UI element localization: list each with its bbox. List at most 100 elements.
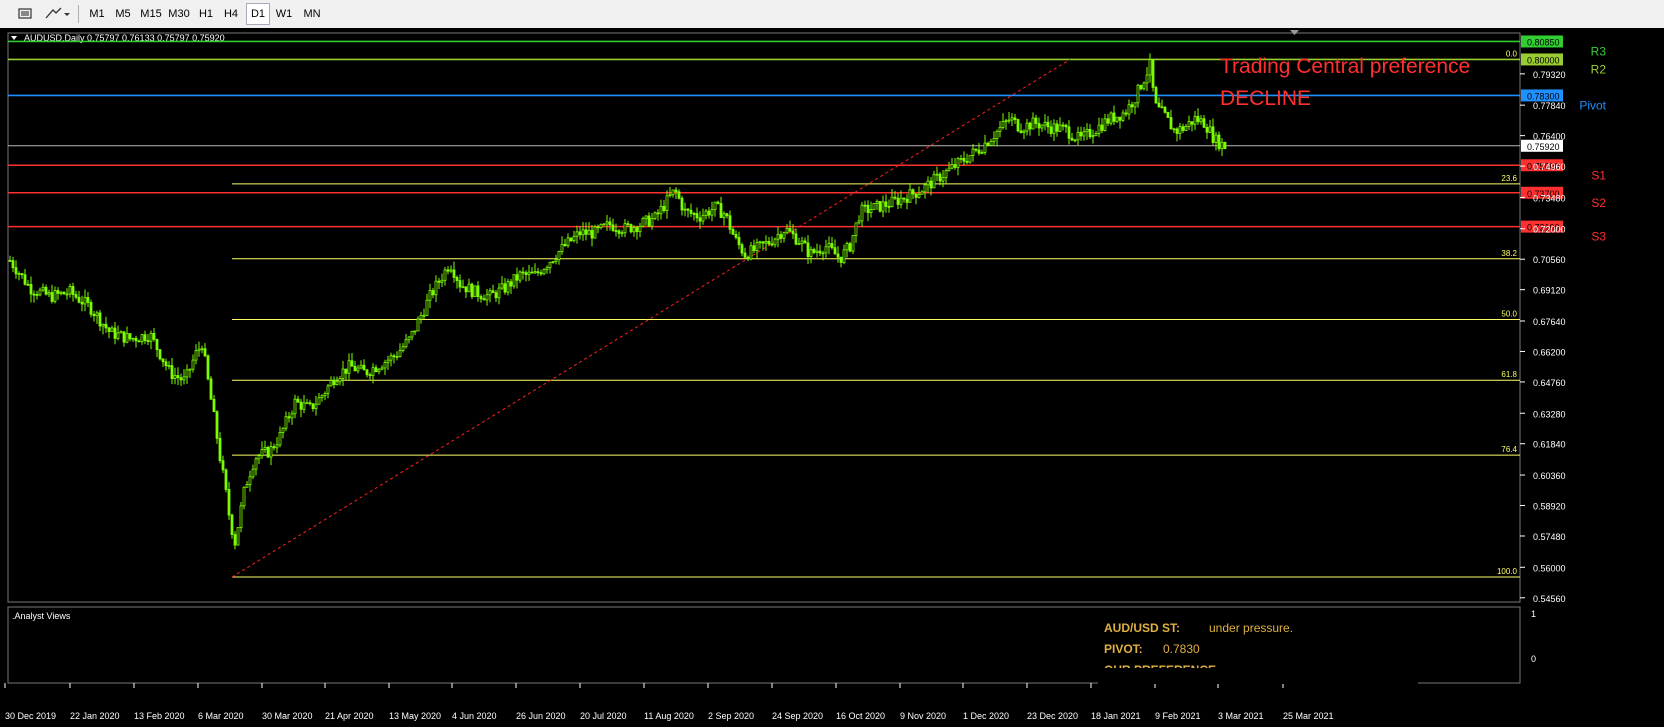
candle-body — [1097, 124, 1101, 134]
price-tick-label: 0.79320 — [1533, 70, 1566, 80]
candle-body — [632, 227, 636, 233]
candle-body — [89, 302, 93, 315]
candle-body — [434, 280, 438, 296]
candle-body — [824, 246, 828, 254]
candle-body — [398, 350, 402, 357]
drawing-tools-icon[interactable] — [42, 3, 72, 25]
time-tick-label: 20 Jul 2020 — [580, 711, 627, 721]
candle-body — [701, 215, 705, 222]
timeframe-h4-button[interactable]: H4 — [220, 3, 242, 25]
candle-body — [422, 314, 426, 317]
timeframe-m15-button[interactable]: M15 — [138, 3, 164, 25]
chart-area[interactable]: AUDUSD,Daily 0.75797 0.76133 0.75797 0.7… — [0, 28, 1664, 727]
timeframe-m5-button[interactable]: M5 — [112, 3, 134, 25]
candle-body — [1001, 121, 1005, 128]
price-tick-label: 0.70560 — [1533, 255, 1566, 265]
candle-body — [326, 385, 330, 394]
candle-body — [719, 203, 723, 218]
candle-body — [1088, 129, 1092, 138]
candle-body — [806, 242, 810, 258]
candle-body — [1073, 139, 1077, 142]
candle-body — [158, 349, 162, 360]
candle-body — [617, 230, 621, 234]
candle-body — [1178, 126, 1182, 134]
candle-body — [233, 534, 237, 546]
timeframe-d1-button[interactable]: D1 — [246, 3, 270, 25]
level-price-tag-text: 0.78300 — [1527, 91, 1560, 101]
candle-body — [953, 164, 957, 168]
fib-label-38-2: 38.2 — [1501, 249, 1517, 258]
candle-body — [479, 296, 483, 300]
candle-body — [1202, 118, 1206, 128]
candle-body — [209, 378, 213, 400]
candle-body — [350, 360, 354, 367]
subwindow-clip — [1098, 668, 1418, 684]
candle-body — [623, 223, 627, 234]
candle-body — [1109, 112, 1113, 124]
candle-body — [698, 217, 702, 222]
candle-body — [1187, 121, 1191, 127]
candle-body — [1184, 126, 1188, 131]
candle-body — [800, 240, 804, 245]
candle-body — [788, 228, 792, 232]
candle-body — [1190, 121, 1194, 125]
candle-body — [896, 197, 900, 205]
candle-body — [545, 267, 549, 271]
candle-body — [224, 469, 228, 490]
chart-type-icon[interactable] — [14, 3, 36, 25]
candle-body — [1205, 127, 1209, 133]
candle-body — [758, 241, 762, 244]
candle-body — [584, 229, 588, 235]
fib-label-0-0: 0.0 — [1506, 49, 1518, 58]
candle-body — [146, 340, 150, 342]
timeframe-mn-button[interactable]: MN — [298, 3, 326, 25]
candle-body — [62, 291, 66, 295]
candle-body — [1121, 112, 1125, 121]
candle-body — [737, 237, 741, 246]
candle-body — [671, 189, 675, 196]
candle-body — [107, 327, 111, 332]
candle-body — [23, 274, 27, 285]
time-tick-label: 24 Sep 2020 — [772, 711, 823, 721]
candle-body — [11, 260, 15, 269]
candle-body — [1193, 115, 1197, 125]
candle-body — [881, 201, 885, 212]
candle-body — [1076, 131, 1080, 141]
candle-body — [560, 243, 564, 252]
candle-body — [449, 269, 453, 272]
candle-body — [638, 225, 642, 233]
candle-body — [863, 204, 867, 207]
price-tick-label: 0.60360 — [1533, 471, 1566, 481]
candle-body — [950, 164, 954, 169]
candle-body — [785, 228, 789, 234]
candle-body — [1106, 118, 1110, 124]
candle-body — [347, 360, 351, 374]
timeframe-m1-button[interactable]: M1 — [86, 3, 108, 25]
timeframe-w1-button[interactable]: W1 — [272, 3, 296, 25]
candle-body — [1070, 137, 1074, 141]
time-tick-label: 2 Sep 2020 — [708, 711, 754, 721]
candle-body — [1115, 116, 1119, 122]
candle-body — [125, 333, 129, 343]
level-label-s3: S3 — [1591, 230, 1606, 244]
candle-body — [992, 138, 996, 142]
candle-body — [245, 484, 249, 488]
timeframe-m30-button[interactable]: M30 — [166, 3, 192, 25]
candle-body — [656, 212, 660, 215]
candle-body — [875, 201, 879, 204]
candle-body — [503, 283, 507, 293]
candle-body — [587, 229, 591, 235]
price-tick-label: 0.56000 — [1533, 563, 1566, 573]
candle-body — [1064, 124, 1068, 128]
candle-body — [851, 234, 855, 252]
candle-body — [446, 269, 450, 272]
candle-body — [38, 289, 42, 296]
candle-body — [980, 152, 984, 154]
candle-body — [332, 380, 336, 386]
candle-body — [743, 252, 747, 258]
time-tick-label: 30 Dec 2019 — [5, 711, 56, 721]
candle-body — [866, 204, 870, 214]
candle-body — [137, 340, 141, 343]
candle-body — [221, 460, 225, 471]
timeframe-h1-button[interactable]: H1 — [195, 3, 217, 25]
